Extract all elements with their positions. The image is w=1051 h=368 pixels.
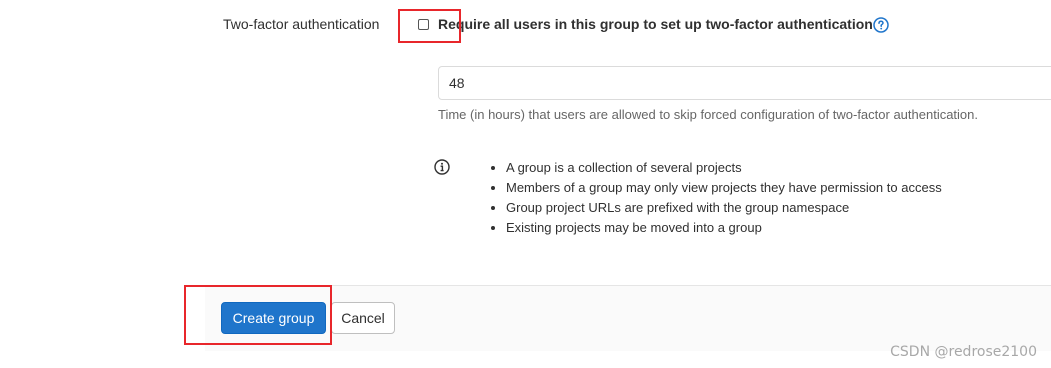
question-icon[interactable] [873,17,889,33]
require-2fa-checkbox-label[interactable]: Require all users in this group to set u… [438,16,873,32]
group-info-list: A group is a collection of several proje… [488,158,942,238]
list-item: A group is a collection of several proje… [506,158,942,178]
two-factor-label: Two-factor authentication [223,16,380,32]
require-2fa-checkbox[interactable] [418,19,429,30]
list-item: Group project URLs are prefixed with the… [506,198,942,218]
cancel-button[interactable]: Cancel [331,302,395,334]
watermark: CSDN @redrose2100 [890,344,1037,360]
list-item: Members of a group may only view project… [506,178,942,198]
create-group-button[interactable]: Create group [221,302,326,334]
list-item: Existing projects may be moved into a gr… [506,218,942,238]
new-group-form: Two-factor authentication Require all us… [0,0,1051,368]
info-icon [434,159,450,175]
grace-period-help-text: Time (in hours) that users are allowed t… [438,107,979,122]
grace-period-input[interactable] [438,66,1051,100]
